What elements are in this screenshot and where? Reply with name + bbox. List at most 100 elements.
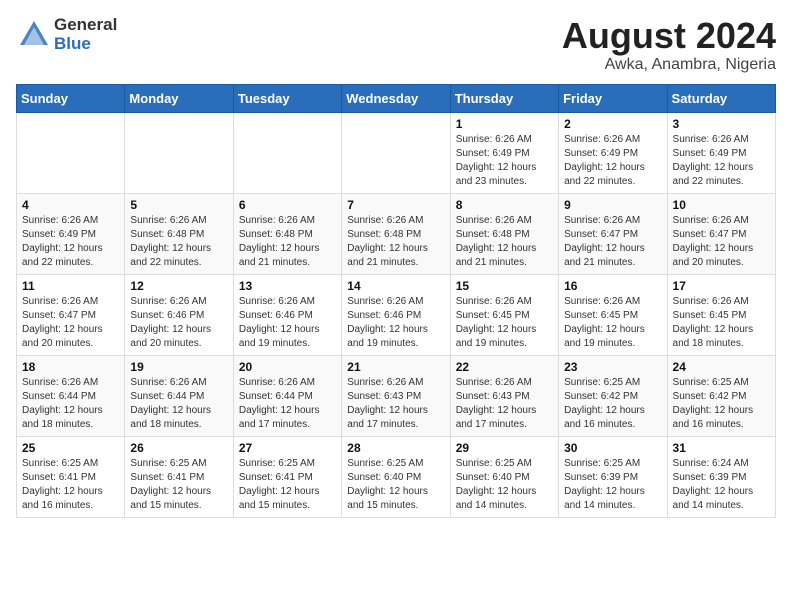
day-number: 31 xyxy=(673,441,770,455)
logo-blue: Blue xyxy=(54,35,117,54)
calendar-day-cell: 4Sunrise: 6:26 AMSunset: 6:49 PMDaylight… xyxy=(17,193,125,274)
day-info: Sunrise: 6:26 AMSunset: 6:47 PMDaylight:… xyxy=(22,295,119,351)
calendar-day-cell: 30 Sunrise: 6:25 AMSunset: 6:39 PMDayligh… xyxy=(559,436,667,517)
calendar-day-header: Wednesday xyxy=(342,84,450,112)
calendar-day-cell: 3 Sunrise: 6:26 AMSunset: 6:49 PMDaylight… xyxy=(667,112,775,193)
day-number: 27 xyxy=(239,441,336,455)
day-info: Sunrise: 6:25 AMSunset: 6:40 PMDaylight:… xyxy=(347,457,444,513)
calendar-day-cell: 18 Sunrise: 6:26 AMSunset: 6:44 PMDayligh… xyxy=(17,355,125,436)
day-number: 2 xyxy=(564,117,661,131)
day-info: Sunrise: 6:26 AMSunset: 6:49 PMDaylight:… xyxy=(673,133,770,189)
day-number: 18 xyxy=(22,360,119,374)
calendar-day-header: Monday xyxy=(125,84,233,112)
day-number: 5 xyxy=(130,198,227,212)
day-number: 11 xyxy=(22,279,119,293)
calendar-day-header: Thursday xyxy=(450,84,558,112)
calendar-day-cell: 23Sunrise: 6:25 AMSunset: 6:42 PMDayligh… xyxy=(559,355,667,436)
day-number: 8 xyxy=(456,198,553,212)
day-info: Sunrise: 6:26 AMSunset: 6:48 PMDaylight:… xyxy=(347,214,444,270)
day-number: 16 xyxy=(564,279,661,293)
calendar-day-header: Friday xyxy=(559,84,667,112)
day-info: Sunrise: 6:26 AMSunset: 6:48 PMDaylight:… xyxy=(239,214,336,270)
day-info: Sunrise: 6:26 AMSunset: 6:49 PMDaylight:… xyxy=(456,133,553,189)
calendar-day-cell: 28Sunrise: 6:25 AMSunset: 6:40 PMDayligh… xyxy=(342,436,450,517)
calendar-day-cell: 6 Sunrise: 6:26 AMSunset: 6:48 PMDaylight… xyxy=(233,193,341,274)
day-info: Sunrise: 6:26 AMSunset: 6:44 PMDaylight:… xyxy=(239,376,336,432)
calendar-day-cell: 15Sunrise: 6:26 AMSunset: 6:45 PMDayligh… xyxy=(450,274,558,355)
day-number: 1 xyxy=(456,117,553,131)
calendar-day-cell xyxy=(125,112,233,193)
day-info: Sunrise: 6:26 AMSunset: 6:46 PMDaylight:… xyxy=(239,295,336,351)
calendar-day-cell: 10Sunrise: 6:26 AMSunset: 6:47 PMDayligh… xyxy=(667,193,775,274)
day-info: Sunrise: 6:25 AMSunset: 6:42 PMDaylight:… xyxy=(564,376,661,432)
calendar-day-cell xyxy=(233,112,341,193)
calendar-day-cell: 2 Sunrise: 6:26 AMSunset: 6:49 PMDaylight… xyxy=(559,112,667,193)
day-number: 26 xyxy=(130,441,227,455)
logo-icon xyxy=(16,17,52,53)
day-info: Sunrise: 6:25 AMSunset: 6:41 PMDaylight:… xyxy=(22,457,119,513)
day-number: 17 xyxy=(673,279,770,293)
calendar-day-cell: 25Sunrise: 6:25 AMSunset: 6:41 PMDayligh… xyxy=(17,436,125,517)
day-info: Sunrise: 6:25 AMSunset: 6:39 PMDaylight:… xyxy=(564,457,661,513)
day-info: Sunrise: 6:26 AMSunset: 6:49 PMDaylight:… xyxy=(564,133,661,189)
day-number: 24 xyxy=(673,360,770,374)
day-number: 14 xyxy=(347,279,444,293)
page-header: General Blue August 2024 Awka, Anambra, … xyxy=(16,16,776,74)
calendar-day-cell: 27 Sunrise: 6:25 AMSunset: 6:41 PMDayligh… xyxy=(233,436,341,517)
day-info: Sunrise: 6:26 AMSunset: 6:48 PMDaylight:… xyxy=(130,214,227,270)
calendar-header-row: SundayMondayTuesdayWednesdayThursdayFrid… xyxy=(17,84,776,112)
calendar-day-cell: 31 Sunrise: 6:24 AMSunset: 6:39 PMDayligh… xyxy=(667,436,775,517)
calendar-day-cell: 12Sunrise: 6:26 AMSunset: 6:46 PMDayligh… xyxy=(125,274,233,355)
calendar-day-header: Tuesday xyxy=(233,84,341,112)
calendar-week-row: 18 Sunrise: 6:26 AMSunset: 6:44 PMDayligh… xyxy=(17,355,776,436)
calendar-day-cell: 22 Sunrise: 6:26 AMSunset: 6:43 PMDayligh… xyxy=(450,355,558,436)
calendar-week-row: 11 Sunrise: 6:26 AMSunset: 6:47 PMDayligh… xyxy=(17,274,776,355)
day-info: Sunrise: 6:26 AMSunset: 6:43 PMDaylight:… xyxy=(347,376,444,432)
day-info: Sunrise: 6:26 AMSunset: 6:46 PMDaylight:… xyxy=(347,295,444,351)
title-block: August 2024 Awka, Anambra, Nigeria xyxy=(562,16,776,74)
calendar-day-cell: 29 Sunrise: 6:25 AMSunset: 6:40 PMDayligh… xyxy=(450,436,558,517)
calendar-day-cell: 14 Sunrise: 6:26 AMSunset: 6:46 PMDayligh… xyxy=(342,274,450,355)
calendar-day-cell: 5 Sunrise: 6:26 AMSunset: 6:48 PMDaylight… xyxy=(125,193,233,274)
day-info: Sunrise: 6:26 AMSunset: 6:47 PMDaylight:… xyxy=(673,214,770,270)
day-info: Sunrise: 6:26 AMSunset: 6:44 PMDaylight:… xyxy=(22,376,119,432)
day-number: 19 xyxy=(130,360,227,374)
day-info: Sunrise: 6:24 AMSunset: 6:39 PMDaylight:… xyxy=(673,457,770,513)
day-number: 3 xyxy=(673,117,770,131)
day-number: 22 xyxy=(456,360,553,374)
day-number: 4 xyxy=(22,198,119,212)
day-info: Sunrise: 6:26 AMSunset: 6:43 PMDaylight:… xyxy=(456,376,553,432)
calendar-day-header: Sunday xyxy=(17,84,125,112)
calendar-title: August 2024 xyxy=(562,16,776,56)
day-info: Sunrise: 6:26 AMSunset: 6:44 PMDaylight:… xyxy=(130,376,227,432)
calendar-day-header: Saturday xyxy=(667,84,775,112)
day-info: Sunrise: 6:25 AMSunset: 6:41 PMDaylight:… xyxy=(130,457,227,513)
calendar-day-cell: 7 Sunrise: 6:26 AMSunset: 6:48 PMDaylight… xyxy=(342,193,450,274)
calendar-day-cell xyxy=(342,112,450,193)
day-number: 6 xyxy=(239,198,336,212)
logo-text: General Blue xyxy=(54,16,117,53)
calendar-day-cell: 19 Sunrise: 6:26 AMSunset: 6:44 PMDayligh… xyxy=(125,355,233,436)
calendar-subtitle: Awka, Anambra, Nigeria xyxy=(562,56,776,74)
logo: General Blue xyxy=(16,16,117,53)
day-info: Sunrise: 6:25 AMSunset: 6:41 PMDaylight:… xyxy=(239,457,336,513)
calendar-table: SundayMondayTuesdayWednesdayThursdayFrid… xyxy=(16,84,776,518)
calendar-day-cell: 9Sunrise: 6:26 AMSunset: 6:47 PMDaylight… xyxy=(559,193,667,274)
day-info: Sunrise: 6:26 AMSunset: 6:45 PMDaylight:… xyxy=(456,295,553,351)
day-info: Sunrise: 6:25 AMSunset: 6:42 PMDaylight:… xyxy=(673,376,770,432)
calendar-week-row: 1 Sunrise: 6:26 AMSunset: 6:49 PMDaylight… xyxy=(17,112,776,193)
calendar-day-cell: 20 Sunrise: 6:26 AMSunset: 6:44 PMDayligh… xyxy=(233,355,341,436)
calendar-day-cell: 11 Sunrise: 6:26 AMSunset: 6:47 PMDayligh… xyxy=(17,274,125,355)
day-number: 30 xyxy=(564,441,661,455)
day-number: 7 xyxy=(347,198,444,212)
calendar-day-cell: 21Sunrise: 6:26 AMSunset: 6:43 PMDayligh… xyxy=(342,355,450,436)
day-info: Sunrise: 6:26 AMSunset: 6:46 PMDaylight:… xyxy=(130,295,227,351)
calendar-day-cell: 26 Sunrise: 6:25 AMSunset: 6:41 PMDayligh… xyxy=(125,436,233,517)
calendar-day-cell: 17Sunrise: 6:26 AMSunset: 6:45 PMDayligh… xyxy=(667,274,775,355)
day-number: 20 xyxy=(239,360,336,374)
day-number: 29 xyxy=(456,441,553,455)
calendar-day-cell: 13Sunrise: 6:26 AMSunset: 6:46 PMDayligh… xyxy=(233,274,341,355)
calendar-week-row: 25Sunrise: 6:25 AMSunset: 6:41 PMDayligh… xyxy=(17,436,776,517)
calendar-day-cell: 1 Sunrise: 6:26 AMSunset: 6:49 PMDaylight… xyxy=(450,112,558,193)
day-info: Sunrise: 6:25 AMSunset: 6:40 PMDaylight:… xyxy=(456,457,553,513)
